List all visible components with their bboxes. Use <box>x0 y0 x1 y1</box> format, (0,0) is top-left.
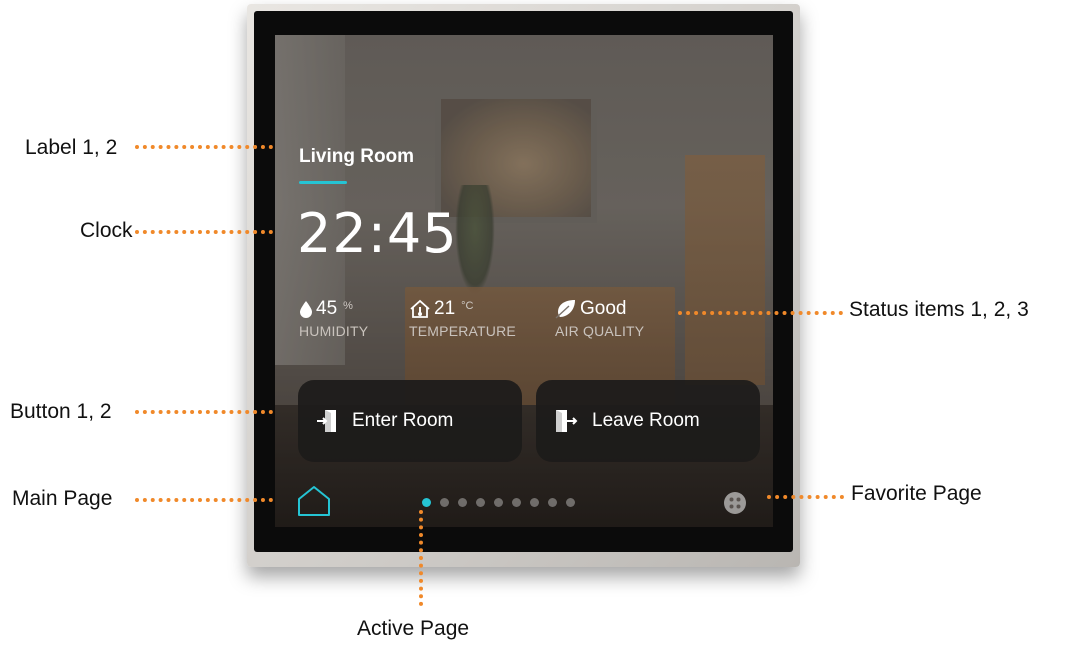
leave-room-button[interactable]: Leave Room <box>536 380 760 462</box>
annotated-device-diagram: Label 1, 2 Clock Status items 1, 2, 3 Bu… <box>0 0 1072 645</box>
room-label-indicator <box>299 181 347 184</box>
page-dot[interactable] <box>458 498 467 507</box>
page-dot[interactable] <box>512 498 521 507</box>
page-dot[interactable] <box>530 498 539 507</box>
humidity-unit: % <box>343 300 353 312</box>
leader-active-page <box>419 510 423 606</box>
page-indicator <box>422 498 575 507</box>
page-dot-active[interactable] <box>422 498 431 507</box>
home-icon[interactable] <box>297 485 331 517</box>
page-dot[interactable] <box>566 498 575 507</box>
water-drop-icon <box>300 301 312 318</box>
humidity-value: 45 <box>316 298 338 319</box>
leader-status-items <box>678 311 843 315</box>
humidity-caption: HUMIDITY <box>299 323 369 339</box>
leader-label <box>135 145 273 149</box>
status-temperature: 21 °C TEMPERATURE <box>409 297 516 339</box>
status-humidity: 45 % HUMIDITY <box>299 297 368 339</box>
room-label[interactable]: Living Room <box>299 146 414 168</box>
wall-panel-device: Living Room 22:45 45 % HUMIDITY 21 °C TE… <box>247 4 800 567</box>
callout-status-items: Status items 1, 2, 3 <box>849 298 1029 321</box>
touch-screen: Living Room 22:45 45 % HUMIDITY 21 °C TE… <box>275 35 773 527</box>
callout-main-page: Main Page <box>12 487 113 510</box>
temperature-unit: °C <box>461 300 474 312</box>
leader-favorite-page <box>767 495 844 499</box>
exit-door-icon <box>556 410 578 432</box>
callout-clock: Clock <box>80 219 133 242</box>
leader-clock <box>135 230 273 234</box>
leaf-icon <box>555 300 575 319</box>
air-quality-value: Good <box>580 298 627 319</box>
home-thermometer-icon <box>410 299 430 318</box>
temperature-caption: TEMPERATURE <box>409 323 516 339</box>
status-air-quality: Good AIR QUALITY <box>555 297 644 339</box>
page-dot[interactable] <box>476 498 485 507</box>
leave-room-label: Leave Room <box>592 410 700 431</box>
page-dot[interactable] <box>494 498 503 507</box>
enter-door-icon <box>317 410 336 432</box>
callout-button: Button 1, 2 <box>10 400 112 423</box>
callout-favorite-page: Favorite Page <box>851 482 982 505</box>
air-quality-caption: AIR QUALITY <box>555 323 645 339</box>
page-dot[interactable] <box>548 498 557 507</box>
clock: 22:45 <box>297 202 458 265</box>
grid-icon[interactable] <box>723 491 747 515</box>
leader-main-page <box>135 498 273 502</box>
device-bezel: Living Room 22:45 45 % HUMIDITY 21 °C TE… <box>254 11 793 552</box>
leader-button <box>135 410 273 414</box>
page-dot[interactable] <box>440 498 449 507</box>
callout-label: Label 1, 2 <box>25 136 118 159</box>
enter-room-button[interactable]: Enter Room <box>298 380 522 462</box>
temperature-value: 21 <box>434 298 456 319</box>
callout-active-page: Active Page <box>357 617 470 640</box>
enter-room-label: Enter Room <box>352 410 454 431</box>
